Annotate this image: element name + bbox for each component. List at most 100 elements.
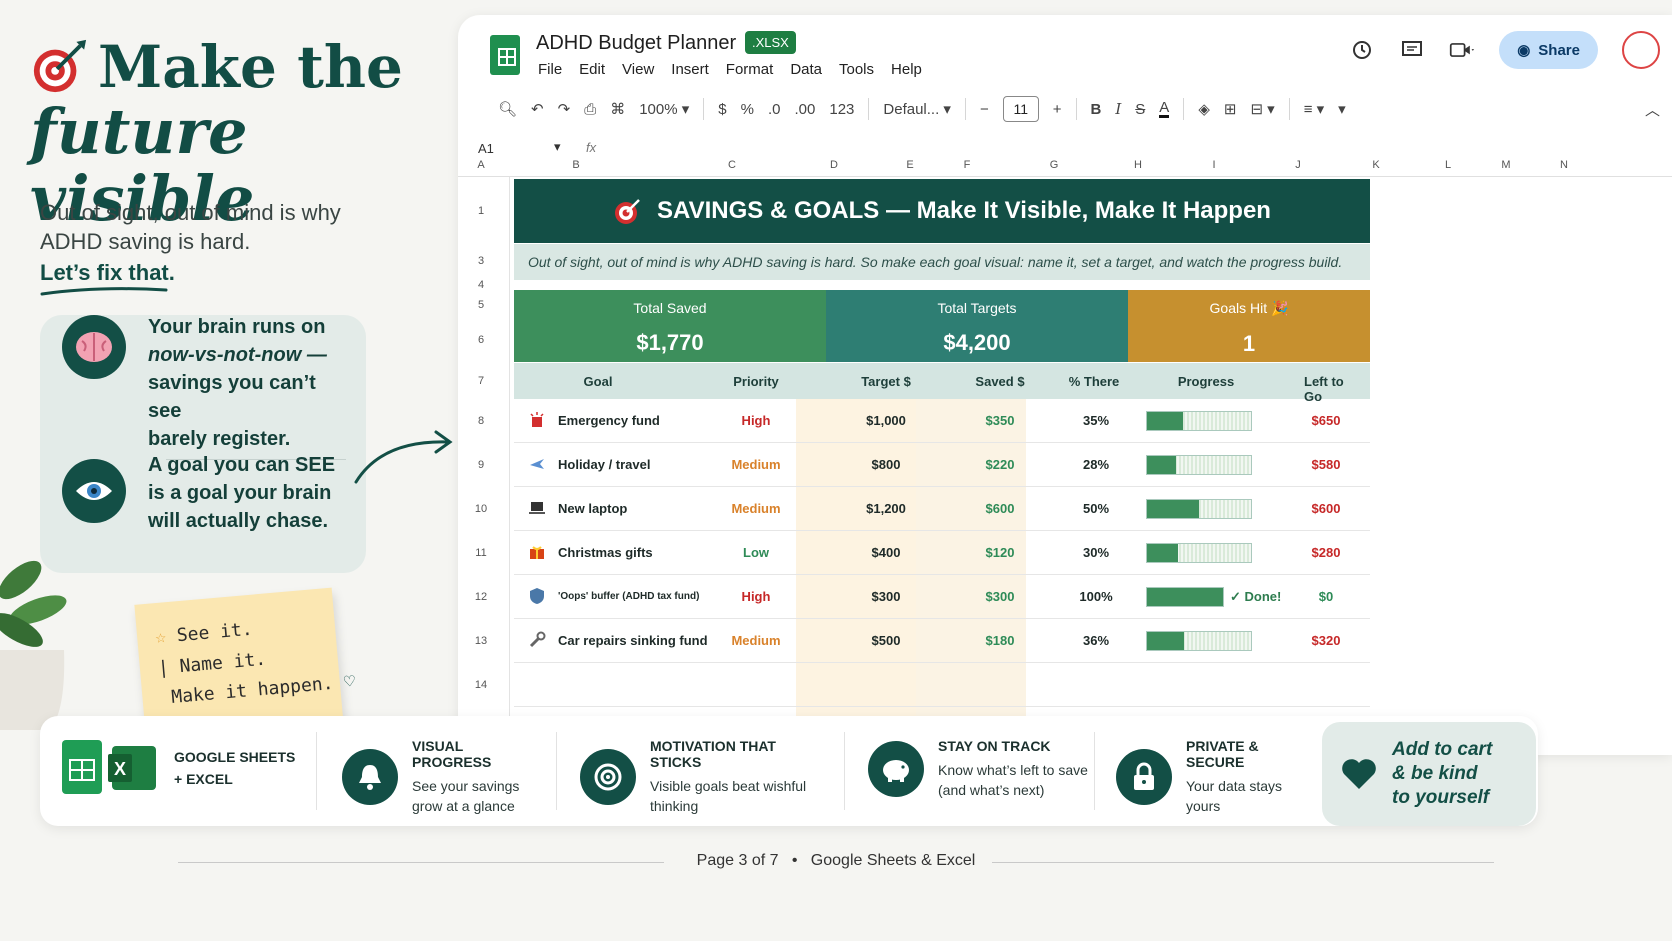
goal-saved[interactable]: $300 — [986, 589, 1015, 604]
number-format-button[interactable]: 123 — [829, 101, 854, 118]
goal-name[interactable]: New laptop — [558, 501, 627, 516]
empty-row[interactable] — [514, 663, 1370, 707]
goal-left[interactable]: $600 — [1312, 501, 1341, 516]
percent-format-button[interactable]: % — [741, 101, 754, 118]
menu-data[interactable]: Data — [790, 61, 822, 78]
goal-priority[interactable]: Low — [743, 545, 769, 560]
doc-title[interactable]: ADHD Budget Planner — [536, 32, 736, 55]
column-header[interactable]: L — [1445, 159, 1451, 171]
table-row[interactable]: Car repairs sinking fund Medium $500 $180 36… — [514, 619, 1370, 663]
goal-target[interactable]: $800 — [872, 457, 901, 472]
goal-percent[interactable]: 36% — [1083, 633, 1109, 648]
menu-insert[interactable]: Insert — [671, 61, 709, 78]
merge-cells-icon[interactable]: ⊟ ▾ — [1250, 100, 1274, 118]
add-to-cart-button[interactable]: Add to cart & be kind to yourself — [1322, 722, 1536, 826]
increase-decimal-button[interactable]: .00 — [795, 101, 816, 118]
comment-icon[interactable] — [1399, 37, 1425, 63]
header-saved[interactable]: Saved $ — [975, 374, 1024, 389]
goal-name[interactable]: 'Oops' buffer (ADHD tax fund) — [558, 591, 699, 602]
goal-saved[interactable]: $180 — [986, 633, 1015, 648]
search-icon[interactable]: 🔍︎ — [498, 100, 517, 118]
goal-left[interactable]: $280 — [1312, 545, 1341, 560]
goal-left[interactable]: $580 — [1312, 457, 1341, 472]
goal-percent[interactable]: 100% — [1079, 589, 1112, 604]
goal-left[interactable]: $650 — [1312, 413, 1341, 428]
collapse-toolbar-icon[interactable]: ︿ — [1645, 99, 1660, 120]
menu-help[interactable]: Help — [891, 61, 922, 78]
row-header[interactable]: 10 — [458, 503, 504, 515]
row-header[interactable]: 1 — [458, 205, 504, 217]
row-header[interactable]: 8 — [458, 415, 504, 427]
goal-target[interactable]: $500 — [872, 633, 901, 648]
header-target[interactable]: Target $ — [861, 374, 911, 389]
column-header[interactable]: G — [1050, 159, 1059, 171]
goal-name[interactable]: Holiday / travel — [558, 457, 650, 472]
fill-color-icon[interactable]: ◈ — [1198, 100, 1210, 118]
goal-target[interactable]: $400 — [872, 545, 901, 560]
goal-name[interactable]: Christmas gifts — [558, 545, 653, 560]
header-priority[interactable]: Priority — [733, 374, 779, 389]
column-header[interactable]: C — [728, 159, 736, 171]
goal-priority[interactable]: High — [742, 589, 771, 604]
goal-target[interactable]: $300 — [872, 589, 901, 604]
font-size-input[interactable]: 11 — [1002, 96, 1039, 122]
goal-left[interactable]: $0 — [1319, 589, 1333, 604]
decrease-decimal-button[interactable]: .0 — [768, 101, 781, 118]
goal-name[interactable]: Car repairs sinking fund — [558, 633, 708, 648]
table-row[interactable]: 'Oops' buffer (ADHD tax fund) High $300 $30… — [514, 575, 1370, 619]
goal-saved[interactable]: $600 — [986, 501, 1015, 516]
header-percent[interactable]: % There — [1069, 374, 1120, 389]
column-header[interactable]: I — [1212, 159, 1215, 171]
more-options-icon[interactable]: ▾ — [1338, 100, 1346, 118]
goal-target[interactable]: $1,200 — [866, 501, 906, 516]
currency-format-button[interactable]: $ — [718, 101, 726, 118]
menu-view[interactable]: View — [622, 61, 654, 78]
column-header[interactable]: E — [906, 159, 913, 171]
row-header[interactable]: 3 — [458, 255, 504, 267]
text-color-icon[interactable]: A — [1159, 100, 1170, 118]
row-header[interactable]: 12 — [458, 591, 504, 603]
column-header[interactable]: B — [572, 159, 579, 171]
column-header[interactable]: M — [1501, 159, 1510, 171]
column-header[interactable]: N — [1560, 159, 1568, 171]
name-box-dropdown-icon[interactable]: ▾ — [554, 139, 561, 155]
goal-saved[interactable]: $220 — [986, 457, 1015, 472]
sheets-logo-icon[interactable] — [490, 35, 520, 75]
name-box[interactable]: A1 — [478, 141, 494, 156]
avatar[interactable] — [1622, 31, 1660, 69]
goal-percent[interactable]: 50% — [1083, 501, 1109, 516]
column-header[interactable]: A — [477, 159, 484, 171]
goal-target[interactable]: $1,000 — [866, 413, 906, 428]
column-header[interactable]: K — [1372, 159, 1379, 171]
meet-icon[interactable] — [1449, 37, 1475, 63]
table-row[interactable]: Emergency fund High $1,000 $350 35% $650 — [514, 399, 1370, 443]
table-row[interactable]: Holiday / travel Medium $800 $220 28% $580 — [514, 443, 1370, 487]
italic-icon[interactable]: I — [1115, 100, 1121, 118]
font-size-increase-icon[interactable]: + — [1053, 101, 1062, 118]
goal-priority[interactable]: Medium — [731, 633, 780, 648]
goal-saved[interactable]: $120 — [986, 545, 1015, 560]
header-goal[interactable]: Goal — [584, 374, 613, 389]
zoom-select[interactable]: 100% ▾ — [639, 100, 689, 118]
column-header[interactable]: H — [1134, 159, 1142, 171]
row-header[interactable]: 9 — [458, 459, 504, 471]
goal-percent[interactable]: 30% — [1083, 545, 1109, 560]
bold-icon[interactable]: B — [1091, 101, 1102, 118]
column-header[interactable]: J — [1295, 159, 1301, 171]
column-header[interactable]: D — [830, 159, 838, 171]
paint-format-icon[interactable]: ⌘ — [610, 100, 625, 118]
row-header[interactable]: 5 — [458, 299, 504, 311]
goal-left[interactable]: $320 — [1312, 633, 1341, 648]
print-icon[interactable]: ⎙ — [584, 101, 596, 118]
history-icon[interactable] — [1349, 37, 1375, 63]
column-header[interactable]: F — [964, 159, 971, 171]
undo-icon[interactable]: ↶ — [531, 100, 544, 118]
menu-file[interactable]: File — [538, 61, 562, 78]
goal-percent[interactable]: 28% — [1083, 457, 1109, 472]
menu-format[interactable]: Format — [726, 61, 774, 78]
redo-icon[interactable]: ↷ — [558, 100, 571, 118]
row-header[interactable]: 6 — [458, 334, 504, 346]
row-header[interactable]: 14 — [458, 679, 504, 691]
goal-percent[interactable]: 35% — [1083, 413, 1109, 428]
goal-name[interactable]: Emergency fund — [558, 413, 660, 428]
